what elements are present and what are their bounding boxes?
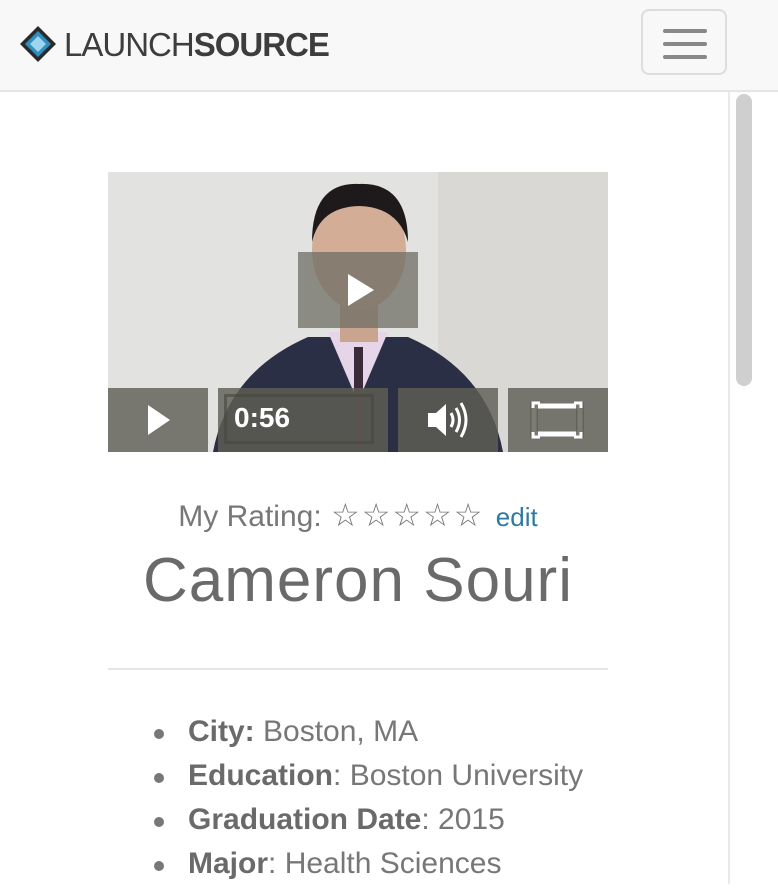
my-rating: My Rating: ☆☆☆☆☆ edit [0, 496, 716, 534]
hamburger-icon [663, 29, 707, 33]
star-icon[interactable]: ☆ [392, 497, 421, 533]
detail-value: 2015 [429, 803, 505, 836]
launchsource-logo-icon [20, 26, 56, 62]
progress-time[interactable]: 0:56 [218, 388, 388, 452]
play-icon [148, 405, 170, 435]
details-list: City: Boston, MA Education: Boston Unive… [153, 712, 584, 888]
fullscreen-icon [530, 401, 584, 439]
play-icon [348, 274, 374, 306]
star-icon[interactable]: ☆ [362, 497, 391, 533]
play-button[interactable] [108, 388, 208, 452]
brand-thin: LAUNCH [64, 25, 195, 63]
detail-sep: : [421, 803, 430, 836]
volume-button[interactable] [398, 388, 498, 452]
detail-label: Education [188, 759, 334, 792]
scrollbar-thumb[interactable] [736, 94, 752, 386]
menu-toggle-button[interactable] [641, 9, 727, 75]
detail-value: Boston, MA [254, 715, 419, 748]
detail-value: Health Sciences [276, 847, 502, 880]
logo[interactable]: LAUNCHSOURCE [18, 22, 330, 66]
detail-label: City: [188, 715, 255, 748]
time-display: 0:56 [234, 402, 291, 433]
star-icon[interactable]: ☆ [331, 497, 360, 533]
list-item: Major: Health Sciences [153, 844, 583, 888]
video-player[interactable]: 0:56 [108, 172, 608, 452]
star-icon[interactable]: ☆ [454, 497, 483, 533]
star-icon[interactable]: ☆ [423, 497, 452, 533]
volume-icon [428, 402, 468, 438]
list-item: Graduation Date: 2015 [153, 800, 583, 844]
candidate-name: Cameron Souri [143, 546, 573, 615]
brand-wordmark: LAUNCHSOURCE [64, 25, 330, 63]
brand-bold: SOURCE [193, 25, 330, 63]
content-border [728, 92, 730, 884]
rating-label: My Rating: [178, 500, 322, 533]
detail-value: Boston University [341, 759, 584, 792]
detail-label: Major [188, 847, 269, 880]
hamburger-icon-bar [663, 55, 707, 59]
edit-rating-link[interactable]: edit [496, 502, 538, 532]
list-item: City: Boston, MA [153, 712, 583, 756]
big-play-button[interactable] [298, 252, 418, 328]
hamburger-icon-bar [663, 42, 707, 46]
divider [108, 668, 608, 670]
list-item: Education: Boston University [153, 756, 584, 800]
detail-label: Graduation Date [188, 803, 422, 836]
fullscreen-button[interactable] [508, 388, 608, 452]
navbar: LAUNCHSOURCE [0, 0, 778, 92]
